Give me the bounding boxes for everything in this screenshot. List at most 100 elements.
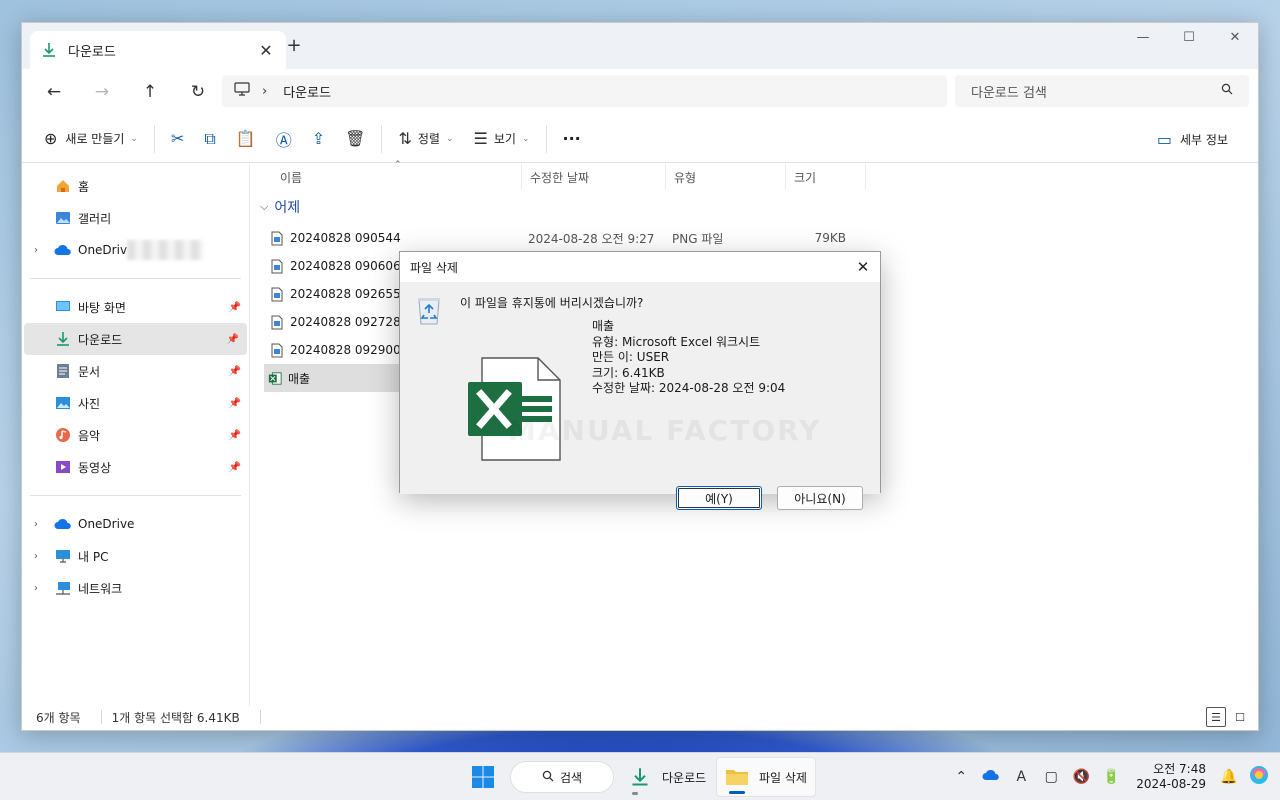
rename-button[interactable]: Ⓐ — [266, 122, 302, 156]
paste-button[interactable]: 📋 — [226, 122, 266, 156]
column-size[interactable]: 크기 — [786, 164, 866, 190]
breadcrumb-downloads[interactable]: 다운로드 — [283, 82, 331, 101]
volume-muted-icon[interactable]: 🔇 — [1066, 769, 1096, 785]
chevron-up-icon[interactable]: ⌃ — [946, 769, 976, 785]
cut-button[interactable]: ✂ — [161, 122, 194, 156]
view-button[interactable]: ☰ 보기 ⌄ — [464, 122, 540, 156]
refresh-icon[interactable]: ↻ — [174, 76, 222, 108]
sidebar-item-onedrive-personal[interactable]: › OneDriv — [22, 234, 249, 266]
group-label: 어제 — [274, 200, 301, 216]
view-toggle: ☰ ☐ — [1206, 707, 1250, 727]
file-type: PNG 파일 — [672, 231, 724, 246]
sidebar-item-label: 홈 — [78, 179, 90, 194]
tab-close-icon[interactable]: ✕ — [256, 41, 276, 60]
taskbar-app-delete-dialog[interactable]: 파일 삭제 — [716, 757, 816, 797]
column-name[interactable]: 이름 — [250, 164, 522, 190]
selection-info: 1개 항목 선택함 6.41KB — [111, 710, 240, 725]
sidebar-item-videos[interactable]: 동영상 📌 — [22, 451, 249, 483]
column-date-modified[interactable]: 수정한 날짜 — [522, 164, 666, 190]
details-pane-button[interactable]: ▭ 세부 정보 — [1147, 122, 1238, 156]
taskbar: 검색 다운로드 파일 삭제 ⌃ A ▢ 🔇 🔋 오전 7:48 2024-08-… — [0, 752, 1280, 800]
chevron-right-icon[interactable]: › — [34, 551, 38, 562]
navigation-pane: 홈 갤러리 › OneDriv 바탕 화면 📌 다운로드 📌 문서 📌 사진 📌… — [22, 164, 250, 706]
display-icon[interactable]: ▢ — [1036, 769, 1066, 785]
chevron-right-icon[interactable]: › — [34, 245, 38, 256]
close-window-button[interactable]: ✕ — [1212, 23, 1258, 51]
chevron-down-icon: ⌄ — [521, 133, 530, 144]
active-indicator — [729, 791, 745, 794]
new-button[interactable]: ⊕ 새로 만들기 ⌄ — [34, 122, 148, 156]
clipboard-icon: 📋 — [235, 129, 256, 148]
tiles-view-icon[interactable]: ☐ — [1230, 707, 1250, 727]
sidebar-item-desktop[interactable]: 바탕 화면 📌 — [22, 291, 249, 323]
taskbar-app-downloads[interactable]: 다운로드 — [620, 757, 714, 797]
command-bar: ⊕ 새로 만들기 ⌄ ✂ ⧉ 📋 Ⓐ ⇪ 🗑 ⇅ 정렬 ⌄ ☰ 보기 ⌄ ···… — [22, 115, 1258, 163]
sidebar-item-onedrive[interactable]: › OneDrive — [22, 508, 249, 540]
info-file-name: 매출 — [592, 319, 615, 333]
forward-arrow-icon[interactable]: → — [78, 76, 126, 108]
sidebar-item-music[interactable]: 음악 📌 — [22, 419, 249, 451]
column-headers: ⌃ 이름 수정한 날짜 유형 크기 — [250, 160, 1258, 190]
table-row[interactable]: 20240828 090544 2024-08-28 오전 9:27 PNG 파… — [250, 224, 1258, 252]
column-type[interactable]: 유형 — [666, 164, 786, 190]
group-header-yesterday[interactable]: ⌵ 어제 — [250, 190, 1258, 224]
maximize-button[interactable]: ☐ — [1166, 23, 1212, 51]
windows-start-icon[interactable] — [471, 765, 495, 789]
info-size: 크기: 6.41KB — [592, 365, 665, 380]
clock-time: 오전 7:48 — [1153, 762, 1206, 776]
network-icon — [54, 579, 72, 597]
dialog-title-bar: 파일 삭제 ✕ — [400, 252, 880, 282]
notification-bell-icon[interactable]: 🔔 — [1214, 769, 1244, 785]
sidebar-item-downloads[interactable]: 다운로드 📌 — [24, 323, 247, 355]
sidebar-item-documents[interactable]: 문서 📌 — [22, 355, 249, 387]
chevron-right-icon[interactable]: › — [34, 519, 38, 530]
no-button[interactable]: 아니요(N) — [777, 486, 863, 510]
details-pane-label: 세부 정보 — [1180, 132, 1228, 147]
share-button[interactable]: ⇪ — [302, 122, 335, 156]
new-tab-button[interactable]: + — [284, 35, 304, 56]
sidebar-item-home[interactable]: 홈 — [22, 170, 249, 202]
back-arrow-icon[interactable]: ← — [30, 76, 78, 108]
dialog-close-icon[interactable]: ✕ — [852, 256, 874, 278]
sidebar-item-this-pc[interactable]: › 내 PC — [22, 540, 249, 572]
search-input[interactable]: 다운로드 검색 — [971, 82, 1221, 101]
sidebar-item-label: 사진 — [78, 396, 101, 411]
info-modified: 수정한 날짜: 2024-08-28 오전 9:04 — [592, 381, 786, 395]
sidebar-item-pictures[interactable]: 사진 📌 — [22, 387, 249, 419]
taskbar-search[interactable]: 검색 — [510, 761, 614, 793]
clock[interactable]: 오전 7:48 2024-08-29 — [1136, 762, 1206, 792]
sidebar-divider — [30, 278, 241, 279]
clock-date: 2024-08-29 — [1136, 777, 1206, 791]
folder-icon — [725, 765, 749, 789]
minimize-button[interactable]: — — [1120, 23, 1166, 51]
chevron-right-icon[interactable]: › — [34, 583, 38, 594]
copilot-icon[interactable] — [1244, 764, 1274, 790]
blurred-account-name — [127, 240, 204, 260]
video-icon — [54, 458, 72, 476]
dialog-title: 파일 삭제 — [410, 260, 458, 275]
sidebar-item-network[interactable]: › 네트워크 — [22, 572, 249, 604]
sidebar-item-label: 갤러리 — [78, 211, 112, 226]
sidebar-item-gallery[interactable]: 갤러리 — [22, 202, 249, 234]
up-arrow-icon[interactable]: ↑ — [126, 76, 174, 108]
tab-downloads[interactable]: 다운로드 ✕ — [30, 31, 286, 69]
pictures-icon — [54, 394, 72, 412]
delete-button[interactable]: 🗑 — [335, 122, 375, 156]
dialog-question: 이 파일을 휴지통에 버리시겠습니까? — [460, 296, 644, 310]
search-box[interactable]: 다운로드 검색 — [955, 75, 1249, 107]
sort-button[interactable]: ⇅ 정렬 ⌄ — [388, 122, 463, 156]
ime-icon[interactable]: A — [1006, 769, 1036, 785]
details-view-icon[interactable]: ☰ — [1206, 707, 1226, 727]
pin-icon: 📌 — [228, 461, 241, 473]
breadcrumb[interactable]: › 다운로드 — [222, 75, 947, 107]
details-pane-icon: ▭ — [1156, 129, 1173, 149]
sidebar-item-label: OneDrive — [78, 517, 135, 531]
more-options-button[interactable]: ··· — [553, 122, 591, 156]
taskbar-app-label: 다운로드 — [662, 770, 707, 785]
recycle-bin-icon — [416, 296, 442, 326]
battery-icon[interactable]: 🔋 — [1096, 769, 1126, 785]
onedrive-tray-icon[interactable] — [976, 769, 1006, 785]
yes-button[interactable]: 예(Y) — [676, 486, 762, 510]
taskbar-search-label: 검색 — [559, 770, 583, 785]
copy-button[interactable]: ⧉ — [194, 122, 225, 156]
